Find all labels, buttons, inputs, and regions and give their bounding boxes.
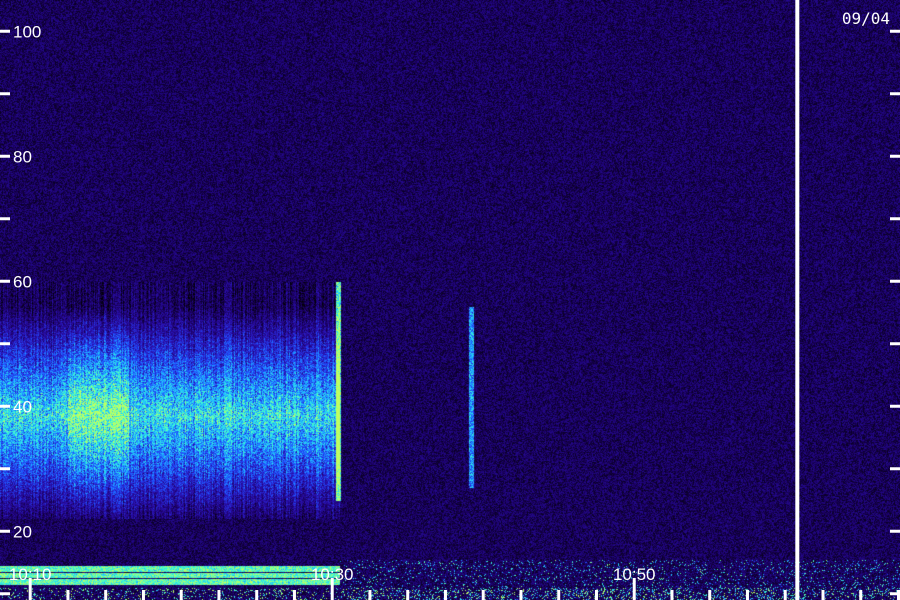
spectrogram-axes: 20 40 60 80 100 10:10 10:30 10:50 09/04: [0, 0, 900, 600]
left-y-axis: 20 40 60 80 100: [0, 22, 41, 596]
y-tick-label: 100: [13, 22, 41, 41]
y-tick-label: 40: [13, 397, 32, 416]
x-tick-label: 10:50: [613, 565, 656, 584]
x-axis: 10:10 10:30 10:50: [9, 565, 900, 600]
y-tick-label: 20: [13, 522, 32, 541]
spectrogram-chart: 20 40 60 80 100 10:10 10:30 10:50 09/04: [0, 0, 900, 600]
date-label: 09/04: [842, 9, 890, 28]
x-tick-label: 10:10: [9, 565, 52, 584]
y-tick-label: 60: [13, 272, 32, 291]
x-tick-label: 10:30: [311, 565, 354, 584]
right-y-axis: [890, 29, 900, 596]
y-tick-label: 80: [13, 147, 32, 166]
